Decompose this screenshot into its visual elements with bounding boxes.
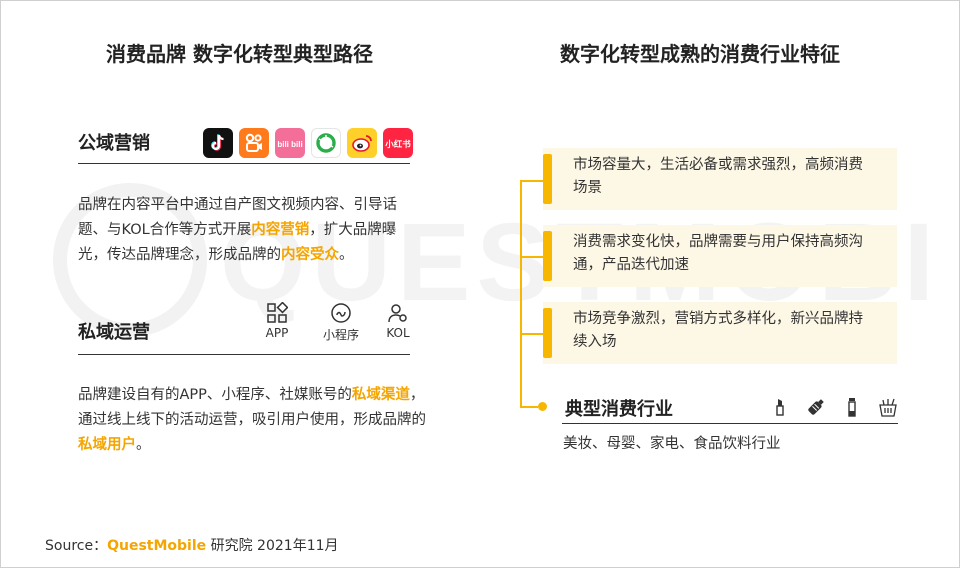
mini-program-icon — [331, 303, 351, 323]
source-prefix: Source： — [45, 538, 108, 554]
feature-card-1-bar — [543, 154, 552, 204]
feature-card-3: 市场竞争激烈，营销方式多样化，新兴品牌持续入场 — [543, 302, 897, 364]
feature-card-2-bar — [543, 231, 552, 281]
private-kol-item: KOL — [380, 302, 416, 343]
private-operation-description: 品牌建设自有的APP、小程序、社媒账号的私域渠道，通过线上线下的活动运营，吸引用… — [78, 383, 428, 458]
private-operation-label: 私域运营 — [78, 322, 150, 343]
right-title: 数字化转型成熟的消费行业特征 — [560, 42, 840, 66]
feature-card-1: 市场容量大，生活必备或需求强烈，高频消费场景 — [543, 148, 897, 210]
industry-icons — [762, 395, 906, 419]
feature-card-2-text: 消费需求变化快，品牌需要与用户保持高频沟通，产品迭代加速 — [573, 234, 863, 273]
wechat-moments-icon — [311, 128, 341, 158]
public-marketing-description: 品牌在内容平台中通过自产图文视频内容、引导话题、与KOL合作等方式开展内容营销，… — [78, 193, 418, 268]
feature-tree-branch-4 — [520, 406, 538, 408]
douyin-icon — [203, 128, 233, 158]
baby-bottle-icon — [798, 395, 834, 419]
kuaishou-icon — [239, 128, 269, 158]
public-text-3: 。 — [339, 247, 354, 263]
content-platform-icons: bili bili 小红书 — [203, 128, 413, 158]
public-highlight-content-marketing: 内容营销 — [251, 222, 310, 238]
source-line: Source：QuestMobile 研究院 2021年11月 — [45, 535, 339, 555]
private-app-label: APP — [265, 326, 289, 340]
bilibili-icon: bili bili — [275, 128, 305, 158]
public-marketing-label: 公域营销 — [78, 133, 150, 154]
lipstick-icon — [762, 395, 798, 419]
feature-card-3-bar — [543, 308, 552, 358]
feature-tree-branch-3 — [520, 333, 543, 335]
private-mini-program-item: 小程序 — [316, 302, 366, 343]
public-highlight-content-audience: 内容受众 — [281, 247, 339, 263]
industry-header: 典型消费行业 — [565, 395, 673, 421]
industry-text: 美妆、母婴、家电、食品饮料行业 — [563, 436, 781, 452]
app-grid-icon — [267, 302, 288, 323]
private-operation-header: 私域运营 — [78, 318, 150, 344]
feature-card-3-text: 市场竞争激烈，营销方式多样化，新兴品牌持续入场 — [573, 311, 863, 350]
private-app-item: APP — [262, 302, 292, 343]
private-kol-label: KOL — [386, 326, 410, 340]
private-text-3: 。 — [136, 437, 151, 453]
industry-label: 典型消费行业 — [565, 399, 673, 420]
public-marketing-header: 公域营销 — [78, 129, 150, 155]
private-operation-rule — [78, 354, 410, 355]
feature-card-2: 消费需求变化快，品牌需要与用户保持高频沟通，产品迭代加速 — [543, 225, 897, 287]
left-title: 消费品牌 数字化转型典型路径 — [106, 42, 373, 66]
bilibili-icon-text: bili bili — [277, 140, 302, 149]
feature-tree-branch-2 — [520, 256, 543, 258]
feature-tree-trunk — [520, 180, 522, 408]
kol-user-icon — [388, 304, 407, 323]
source-suffix: 研究院 2021年11月 — [210, 538, 339, 554]
feature-card-1-text: 市场容量大，生活必备或需求强烈，高频消费场景 — [573, 157, 863, 196]
feature-tree-branch-1 — [520, 180, 543, 182]
private-mini-program-label: 小程序 — [322, 328, 359, 342]
private-text-1: 品牌建设自有的APP、小程序、社媒账号的 — [78, 387, 352, 403]
source-brand: QuestMobile — [107, 538, 207, 554]
private-highlight-private-channel: 私域渠道 — [351, 387, 410, 403]
industry-rule — [562, 423, 898, 424]
appliance-icon — [834, 395, 870, 419]
xiaohongshu-icon-text: 小红书 — [384, 139, 411, 150]
private-highlight-private-users: 私域用户 — [78, 437, 136, 453]
private-channel-icons: APP 小程序 KOL — [262, 302, 416, 343]
food-drink-icon — [870, 395, 906, 419]
xiaohongshu-icon: 小红书 — [383, 128, 413, 158]
industry-bullet-dot — [538, 402, 547, 411]
public-marketing-rule — [78, 163, 410, 164]
weibo-icon — [347, 128, 377, 158]
